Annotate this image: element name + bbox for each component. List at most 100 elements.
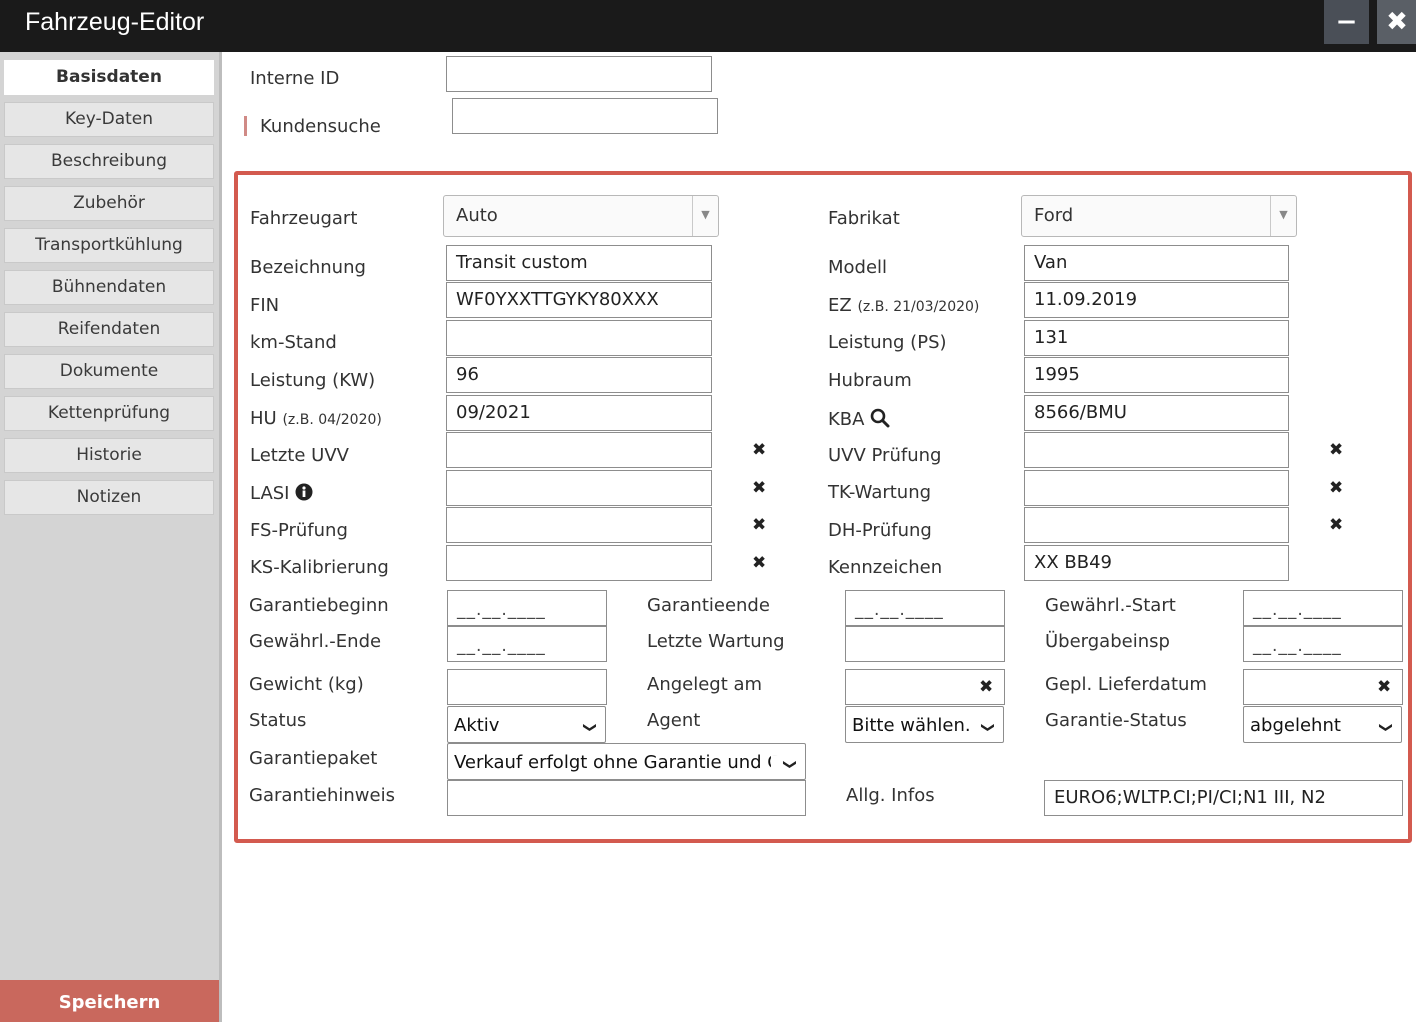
tk-wartung-input[interactable] xyxy=(1024,470,1289,506)
gewaehrl-ende-input[interactable]: __.__.____ xyxy=(447,626,607,662)
clear-tk-wartung-icon[interactable]: ✖ xyxy=(1329,478,1343,498)
clear-letzte-uvv-icon[interactable]: ✖ xyxy=(752,440,766,460)
gewaehrl-ende-label: Gewährl.-Ende xyxy=(249,631,382,652)
status-select[interactable]: Aktiv ❯ xyxy=(447,706,606,743)
hubraum-label: Hubraum xyxy=(828,370,912,391)
clear-lasi-icon[interactable]: ✖ xyxy=(752,478,766,498)
save-button[interactable]: Speichern xyxy=(0,980,219,1022)
allg-infos-label: Allg. Infos xyxy=(846,785,935,806)
chevron-down-icon: ❯ xyxy=(1367,718,1401,733)
sidebar-item-beschreibung[interactable]: Beschreibung xyxy=(4,144,214,179)
garantieende-label: Garantieende xyxy=(647,595,770,616)
garantiehinweis-input[interactable] xyxy=(447,780,806,816)
search-icon[interactable] xyxy=(870,408,890,428)
info-icon[interactable] xyxy=(295,483,313,501)
kba-label-text: KBA xyxy=(828,409,865,430)
garantiepaket-value: Verkauf erfolgt ohne Garantie und Gew xyxy=(454,752,806,773)
fahrzeugart-value: Auto xyxy=(456,205,498,226)
sidebar-item-notizen[interactable]: Notizen xyxy=(4,480,214,515)
clear-dh-pruefung-icon[interactable]: ✖ xyxy=(1329,515,1343,535)
lasi-input[interactable] xyxy=(446,470,712,506)
sidebar-item-dokumente[interactable]: Dokumente xyxy=(4,354,214,389)
clear-uvv-pruefung-icon[interactable]: ✖ xyxy=(1329,440,1343,460)
kundensuche-input[interactable] xyxy=(452,98,718,134)
sidebar: Basisdaten Key-Daten Beschreibung Zubehö… xyxy=(0,52,222,1022)
sidebar-item-basisdaten[interactable]: Basisdaten xyxy=(4,60,214,95)
sidebar-item-historie[interactable]: Historie xyxy=(4,438,214,473)
garantie-status-select[interactable]: abgelehnt ❯ xyxy=(1243,706,1402,743)
leistung-kw-input[interactable]: 96 xyxy=(446,357,712,393)
sidebar-item-reifendaten[interactable]: Reifendaten xyxy=(4,312,214,347)
sidebar-item-key-daten[interactable]: Key-Daten xyxy=(4,102,214,137)
fabrikat-select[interactable]: Ford ▼ xyxy=(1021,195,1297,237)
kennzeichen-label: Kennzeichen xyxy=(828,557,943,578)
clear-fs-pruefung-icon[interactable]: ✖ xyxy=(752,515,766,535)
agent-select[interactable]: Bitte wählen... ❯ xyxy=(845,706,1004,743)
dh-pruefung-input[interactable] xyxy=(1024,507,1289,543)
garantiehinweis-label: Garantiehinweis xyxy=(249,785,395,806)
km-stand-input[interactable] xyxy=(446,320,712,356)
dh-pruefung-label: DH-Prüfung xyxy=(828,520,932,541)
agent-label: Agent xyxy=(647,710,701,731)
letzte-wartung-input[interactable] xyxy=(845,626,1005,662)
ez-label: EZ (z.B. 21/03/2020) xyxy=(828,295,979,316)
minimize-button[interactable]: − xyxy=(1324,0,1369,44)
ez-label-text: EZ xyxy=(828,295,852,316)
window-titlebar: Fahrzeug-Editor − ✖ xyxy=(0,0,1416,52)
leistung-ps-label: Leistung (PS) xyxy=(828,332,947,353)
interne-id-input[interactable] xyxy=(446,56,712,92)
gewaehrl-start-input[interactable]: __.__.____ xyxy=(1243,590,1403,626)
garantieende-input[interactable]: __.__.____ xyxy=(845,590,1005,626)
fs-pruefung-label: FS-Prüfung xyxy=(250,520,348,541)
ez-hint: (z.B. 21/03/2020) xyxy=(857,299,980,315)
letzte-wartung-label: Letzte Wartung xyxy=(647,631,785,652)
tk-wartung-label: TK-Wartung xyxy=(828,482,932,503)
required-marker xyxy=(244,116,247,136)
fahrzeugart-select[interactable]: Auto ▼ xyxy=(443,195,719,237)
close-button[interactable]: ✖ xyxy=(1377,0,1416,44)
garantie-status-value: abgelehnt xyxy=(1250,715,1341,736)
uebergabeinsp-input[interactable]: __.__.____ xyxy=(1243,626,1403,662)
sidebar-item-zubehoer[interactable]: Zubehör xyxy=(4,186,214,221)
lasi-label: LASI xyxy=(250,483,313,504)
hu-input[interactable]: 09/2021 xyxy=(446,395,712,431)
bezeichnung-input[interactable]: Transit custom xyxy=(446,245,712,281)
allg-infos-input[interactable]: EURO6;WLTP.CI;PI/CI;N1 III, N2 xyxy=(1044,780,1403,816)
modell-label: Modell xyxy=(828,257,888,278)
modell-input[interactable]: Van xyxy=(1024,245,1289,281)
window-title: Fahrzeug-Editor xyxy=(25,8,205,36)
bezeichnung-label: Bezeichnung xyxy=(250,257,366,278)
letzte-uvv-input[interactable] xyxy=(446,432,712,468)
km-stand-label: km-Stand xyxy=(250,332,337,353)
fin-input[interactable]: WF0YXXTTGYKY80XXX xyxy=(446,282,712,318)
sidebar-item-buehnendaten[interactable]: Bühnendaten xyxy=(4,270,214,305)
garantie-status-label: Garantie-Status xyxy=(1045,710,1187,731)
uebergabeinsp-label: Übergabeinsp xyxy=(1045,631,1170,652)
interne-id-label: Interne ID xyxy=(250,68,340,89)
ks-kalibrierung-input[interactable] xyxy=(446,545,712,581)
leistung-ps-input[interactable]: 131 xyxy=(1024,320,1289,356)
hu-hint: (z.B. 04/2020) xyxy=(282,412,382,428)
gewicht-input[interactable] xyxy=(447,669,607,705)
lieferdatum-label: Gepl. Lieferdatum xyxy=(1045,674,1207,695)
chevron-down-icon: ❯ xyxy=(969,718,1003,733)
garantiebeginn-input[interactable]: __.__.____ xyxy=(447,590,607,626)
dropdown-arrow-icon: ▼ xyxy=(692,196,718,236)
uvv-pruefung-input[interactable] xyxy=(1024,432,1289,468)
letzte-uvv-label: Letzte UVV xyxy=(250,445,349,466)
ez-input[interactable]: 11.09.2019 xyxy=(1024,282,1289,318)
clear-angelegt-icon[interactable]: ✖ xyxy=(979,677,993,697)
fs-pruefung-input[interactable] xyxy=(446,507,712,543)
clear-ks-kalibrierung-icon[interactable]: ✖ xyxy=(752,553,766,573)
hu-label: HU (z.B. 04/2020) xyxy=(250,408,382,429)
hubraum-input[interactable]: 1995 xyxy=(1024,357,1289,393)
kba-input[interactable]: 8566/BMU xyxy=(1024,395,1289,431)
kennzeichen-input[interactable]: XX BB49 xyxy=(1024,545,1289,581)
agent-value: Bitte wählen... xyxy=(852,715,983,736)
sidebar-item-transportkuehlung[interactable]: Transportkühlung xyxy=(4,228,214,263)
fabrikat-label: Fabrikat xyxy=(828,208,900,229)
garantiepaket-select[interactable]: Verkauf erfolgt ohne Garantie und Gew ❯ xyxy=(447,743,806,780)
sidebar-item-kettenpruefung[interactable]: Kettenprüfung xyxy=(4,396,214,431)
chevron-down-icon: ❯ xyxy=(571,718,605,733)
clear-lieferdatum-icon[interactable]: ✖ xyxy=(1377,677,1391,697)
